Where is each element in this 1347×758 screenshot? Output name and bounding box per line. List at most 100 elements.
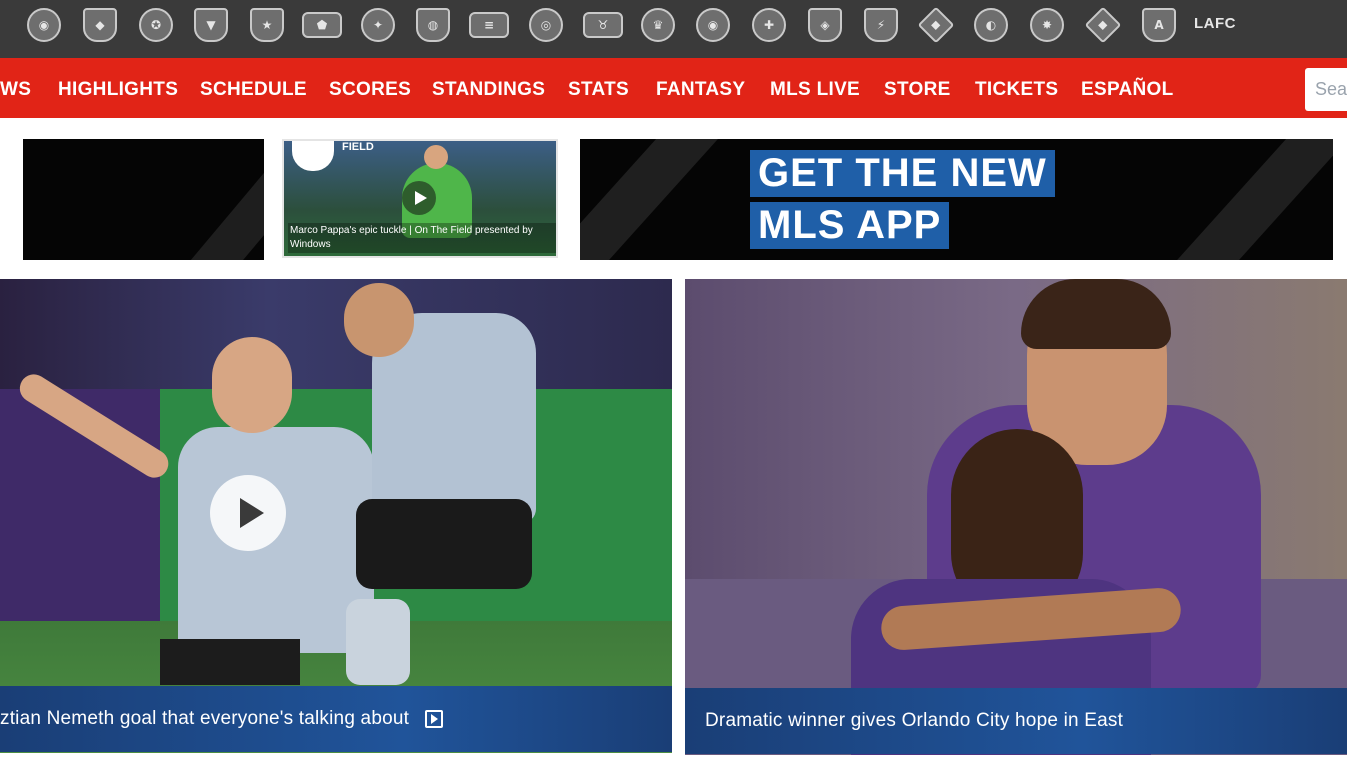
crowd-background (0, 279, 672, 389)
crest-shape: ▼ (194, 8, 228, 42)
crest-glyph: ★ (261, 18, 273, 32)
main-nav: WS HIGHLIGHTS SCHEDULE SCORES STANDINGS … (0, 58, 1347, 118)
thumb-play-icon[interactable] (402, 181, 436, 215)
crest-shape: ≡ (469, 12, 509, 38)
nav-item-mls-live[interactable]: MLS LIVE (770, 79, 860, 101)
crest-glyph: ♉ (597, 18, 609, 32)
nav-item-stats[interactable]: STATS (568, 79, 629, 101)
san-jose-earthquakes-crest-icon[interactable]: ⚡ (861, 5, 901, 45)
crest-shape: ◍ (416, 8, 450, 42)
crest-glyph: ♛ (652, 18, 664, 32)
nav-item-fantasy[interactable]: FANTASY (656, 79, 745, 101)
atlanta-united-crest-icon[interactable]: A (1139, 5, 1179, 45)
mls-app-ad[interactable]: GET THE NEW MLS APP (580, 139, 1333, 260)
story-caption-text: Dramatic winner gives Orlando City hope … (705, 710, 1124, 731)
dc-united-crest-icon[interactable]: ▼ (191, 5, 231, 45)
ad-stripe (580, 139, 751, 260)
thumb-brand: FIELD (342, 141, 374, 153)
crest-glyph: ✸ (1041, 18, 1053, 32)
player-jersey (178, 427, 374, 653)
crest-glyph: ◆ (931, 17, 941, 32)
story-card-orlando[interactable] (685, 279, 1347, 755)
crest-shape: ★ (250, 8, 284, 42)
crest-shape: ♛ (641, 8, 675, 42)
toronto-fc-crest-icon[interactable]: ✸ (1027, 5, 1067, 45)
mls-logo-icon (292, 141, 334, 171)
crest-shape: ◐ (974, 8, 1008, 42)
crest-shape: ♉ (583, 12, 623, 38)
story-card-nemeth[interactable] (0, 279, 672, 753)
crest-glyph: ◎ (540, 18, 552, 32)
story-caption-left[interactable]: ztian Nemeth goal that everyone's talkin… (0, 686, 672, 752)
crest-glyph: ⬟ (316, 18, 328, 32)
video-thumbnail[interactable]: FIELD Marco Pappa's epic tuckle | On The… (282, 139, 558, 258)
thumb-caption: Marco Pappa's epic tuckle | On The Field… (288, 223, 556, 253)
app-ad-line-1: GET THE NEW (750, 150, 1055, 197)
nav-item-standings[interactable]: STANDINGS (432, 79, 545, 101)
montreal-impact-crest-icon[interactable]: ◍ (413, 5, 453, 45)
nav-item-highlights[interactable]: HIGHLIGHTS (58, 79, 178, 101)
lafc-link[interactable]: LAFC (1194, 15, 1236, 32)
nav-item-espanol[interactable]: ESPAÑOL (1081, 79, 1174, 101)
crest-shape: ◆ (917, 6, 955, 44)
seattle-sounders-crest-icon[interactable]: ◆ (916, 5, 956, 45)
crest-glyph: ◉ (707, 18, 719, 32)
crest-shape: ✚ (752, 8, 786, 42)
crest-glyph: ◆ (1098, 17, 1108, 32)
crest-glyph: ▼ (206, 18, 216, 32)
crest-shape: ◆ (1084, 6, 1122, 44)
crest-glyph: ◆ (95, 18, 105, 32)
nav-item-tickets[interactable]: TICKETS (975, 79, 1058, 101)
play-button[interactable] (210, 475, 286, 551)
crest-glyph: ◐ (985, 18, 997, 32)
player-shorts (356, 499, 532, 589)
player-sock (346, 599, 410, 685)
orlando-city-crest-icon[interactable]: ♛ (638, 5, 678, 45)
sporting-kc-crest-icon[interactable]: ◐ (971, 5, 1011, 45)
crest-shape: ⚡ (864, 8, 898, 42)
story-caption-right[interactable]: Dramatic winner gives Orlando City hope … (685, 688, 1347, 754)
player-hair (1021, 279, 1171, 349)
ad-stripe (1145, 139, 1333, 260)
crest-glyph: ◈ (820, 18, 830, 32)
goalkeeper-head (424, 145, 448, 169)
crest-shape: ◉ (27, 8, 61, 42)
nycfc-crest-icon[interactable]: ◎ (526, 5, 566, 45)
ny-red-bulls-crest-icon[interactable]: ♉ (583, 5, 623, 45)
team-crest-bar: ◉ ◆ ✪ ▼ ★ ⬟ ✦ ◍ ≡ ◎ ♉ ♛ ◉ ✚ ◈ ⚡ ◆ ◐ ✸ ◆ A LAFC (0, 0, 1347, 58)
nav-item-store[interactable]: STORE (884, 79, 951, 101)
player-head (212, 337, 292, 433)
crest-glyph: A (1154, 18, 1164, 32)
la-galaxy-crest-icon[interactable]: ✦ (358, 5, 398, 45)
philadelphia-union-crest-icon[interactable]: ◉ (693, 5, 733, 45)
app-ad-line-2: MLS APP (750, 202, 950, 249)
crest-glyph: ≡ (483, 18, 495, 32)
crest-glyph: ⚡ (876, 18, 886, 32)
portland-timbers-crest-icon[interactable]: ✚ (749, 5, 789, 45)
crest-shape: ✦ (361, 8, 395, 42)
nav-item-scores[interactable]: SCORES (329, 79, 411, 101)
columbus-crew-crest-icon[interactable]: ✪ (136, 5, 176, 45)
houston-dynamo-crest-icon[interactable]: ⬟ (302, 5, 342, 45)
crest-glyph: ✪ (150, 18, 162, 32)
crest-glyph: ◍ (427, 18, 439, 32)
search-input[interactable] (1305, 68, 1347, 111)
real-salt-lake-crest-icon[interactable]: ◈ (805, 5, 845, 45)
crest-shape: ⬟ (302, 12, 342, 38)
crest-glyph: ✦ (372, 18, 384, 32)
ad-banner-left[interactable] (23, 139, 264, 260)
nav-item-news[interactable]: WS (0, 79, 31, 101)
crest-glyph: ✚ (763, 18, 775, 32)
player-head (344, 283, 414, 357)
crest-shape: A (1142, 8, 1176, 42)
vancouver-whitecaps-crest-icon[interactable]: ◆ (1083, 5, 1123, 45)
fc-dallas-crest-icon[interactable]: ★ (247, 5, 287, 45)
colorado-rapids-crest-icon[interactable]: ◆ (80, 5, 120, 45)
crest-glyph: ◉ (38, 18, 50, 32)
crest-shape: ✪ (139, 8, 173, 42)
nav-item-schedule[interactable]: SCHEDULE (200, 79, 307, 101)
ad-stripe (131, 139, 264, 260)
crest-shape: ◆ (83, 8, 117, 42)
colorado-crest-icon[interactable]: ◉ (24, 5, 64, 45)
new-england-revolution-crest-icon[interactable]: ≡ (469, 5, 509, 45)
